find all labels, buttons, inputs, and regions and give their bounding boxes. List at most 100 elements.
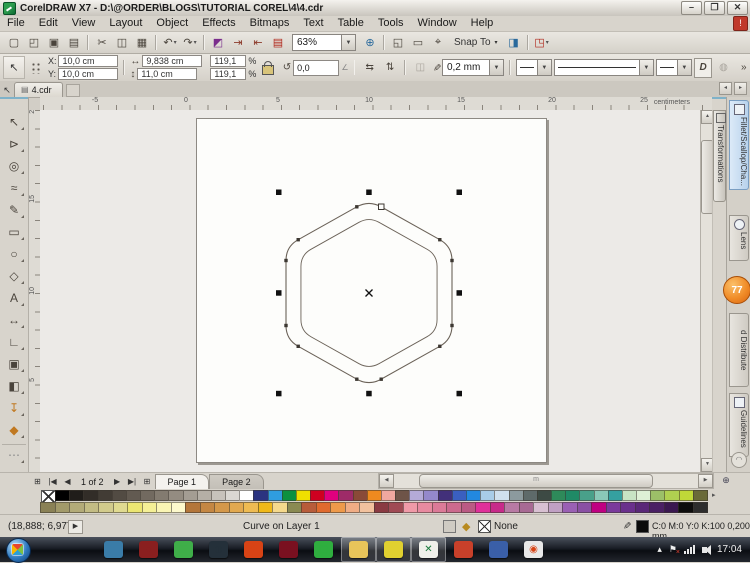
tool-transparency[interactable]: ◧ <box>2 376 26 396</box>
palette-swatch[interactable] <box>551 490 566 501</box>
palette-swatch[interactable] <box>452 490 467 501</box>
palette-swatch[interactable] <box>287 502 303 513</box>
palette-swatch[interactable] <box>606 502 622 513</box>
palette-swatch[interactable] <box>409 490 424 501</box>
menu-window[interactable]: Window <box>411 17 464 29</box>
tool-pick[interactable]: ↖ <box>2 112 26 132</box>
palette-swatch[interactable] <box>509 490 524 501</box>
tray-expand-icon[interactable]: ▴ <box>657 544 662 555</box>
menu-tools[interactable]: Tools <box>371 17 411 29</box>
undo-button[interactable]: ↶▾ <box>160 34 180 51</box>
new-document-button[interactable]: ▢▾ <box>4 34 24 51</box>
palette-swatch[interactable] <box>636 490 651 501</box>
next-page-button[interactable]: ▶ <box>110 475 125 489</box>
taskbar-app-monitor[interactable]: ▢ <box>96 537 131 562</box>
scroll-right-icon[interactable]: ▶ <box>698 474 713 488</box>
palette-scroll-icon[interactable]: ▸ <box>712 491 716 499</box>
menu-table[interactable]: Table <box>331 17 371 29</box>
palette-swatch[interactable] <box>432 502 448 513</box>
palette-swatch[interactable] <box>113 502 129 513</box>
volume-icon[interactable] <box>702 547 707 553</box>
palette-swatch[interactable] <box>142 502 158 513</box>
palette-swatch[interactable] <box>154 490 169 501</box>
mirror-vertical-button[interactable]: ⇅ <box>381 58 399 78</box>
action-center-flag-icon[interactable]: ⚑× <box>669 544 677 555</box>
palette-swatch[interactable] <box>310 490 325 501</box>
palette-swatch[interactable] <box>438 490 453 501</box>
taskbar-app-chrome[interactable]: ◉ <box>516 537 551 562</box>
palette-swatch[interactable] <box>395 490 410 501</box>
network-icon[interactable] <box>684 545 695 554</box>
last-page-button[interactable]: ▶| <box>125 475 140 489</box>
palette-swatch[interactable] <box>239 490 254 501</box>
import-button[interactable]: ⇥▾ <box>228 34 248 51</box>
palette-swatch[interactable] <box>594 490 609 501</box>
tab-page-2[interactable]: Page 2 <box>209 474 264 490</box>
options-button[interactable]: ◨▾ <box>504 34 524 51</box>
taskbar-app-dark-circle[interactable]: ◍ <box>201 537 236 562</box>
palette-swatch[interactable] <box>69 490 84 501</box>
zoom-tools-icon[interactable]: ⊕ <box>716 473 736 488</box>
toolbox-more-button[interactable]: ⋯ <box>2 444 26 465</box>
mirror-horizontal-button[interactable]: ⇆ <box>360 58 378 78</box>
show-rulers-button[interactable]: ▭▾ <box>408 34 428 51</box>
palette-swatch[interactable] <box>229 502 245 513</box>
menu-text[interactable]: Text <box>296 17 330 29</box>
palette-swatch[interactable] <box>403 502 419 513</box>
tab-page-1[interactable]: Page 1 <box>155 474 210 490</box>
toolbar-overflow-button[interactable]: » <box>735 58 750 78</box>
publish-pdf-button[interactable]: ▤▾ <box>268 34 288 51</box>
palette-swatch[interactable] <box>253 490 268 501</box>
chevron-down-icon[interactable]: ▼ <box>537 60 551 75</box>
palette-swatch[interactable] <box>577 502 593 513</box>
palette-swatch[interactable] <box>127 502 143 513</box>
taskbar-app-orange[interactable]: ✦ <box>236 537 271 562</box>
taskbar-app-green-chat[interactable]: ▢ <box>306 537 341 562</box>
palette-swatch[interactable] <box>69 502 85 513</box>
object-y-field[interactable]: 10,0 cm <box>58 68 118 80</box>
palette-swatch[interactable] <box>523 490 538 501</box>
palette-swatch[interactable] <box>112 490 127 501</box>
chevron-down-icon[interactable]: ▼ <box>677 60 691 75</box>
palette-swatch[interactable] <box>388 502 404 513</box>
menu-file[interactable]: File <box>0 17 32 29</box>
redo-button[interactable]: ↷▾ <box>180 34 200 51</box>
taskbar-app-red-doc[interactable]: ▤ <box>446 537 481 562</box>
palette-swatch[interactable] <box>565 490 580 501</box>
tool-smooth[interactable]: ≈ <box>2 178 26 198</box>
palette-swatch[interactable] <box>466 490 481 501</box>
tab-lens[interactable]: Lens <box>729 215 749 261</box>
tab-scroll-right-icon[interactable]: ▸ <box>734 82 747 95</box>
palette-swatch[interactable] <box>475 502 491 513</box>
tool-polygon[interactable]: ◇ <box>2 266 26 286</box>
palette-swatch[interactable] <box>650 490 665 501</box>
tab-fillet-scallop-chamfer[interactable]: Fillet/Scallop/Cha... <box>729 100 749 190</box>
snap-off-button[interactable]: ⌖▾ <box>428 34 448 51</box>
menu-bitmaps[interactable]: Bitmaps <box>243 17 297 29</box>
palette-swatch[interactable] <box>183 490 198 501</box>
palette-swatch[interactable] <box>225 490 240 501</box>
menu-effects[interactable]: Effects <box>195 17 242 29</box>
taskbar-app-green-doc[interactable]: ▤ <box>166 537 201 562</box>
palette-swatch[interactable] <box>156 502 172 513</box>
palette-swatch[interactable] <box>562 502 578 513</box>
palette-swatch[interactable] <box>446 502 462 513</box>
chevron-down-icon[interactable]: ▼ <box>489 60 503 75</box>
object-width-field[interactable]: 9,838 cm <box>142 55 202 67</box>
tool-zoom[interactable]: ◎ <box>2 156 26 176</box>
taskbar-app-blue-doc[interactable]: ▤ <box>481 537 516 562</box>
object-origin-grid-icon[interactable] <box>31 62 42 74</box>
tool-text[interactable]: A <box>2 288 26 308</box>
chevron-down-icon[interactable]: ▼ <box>341 35 355 50</box>
scale-h-field[interactable]: 119,1 <box>210 55 246 67</box>
rotation-angle-field[interactable]: 0,0 <box>293 60 339 76</box>
tool-eyedropper[interactable]: ↧ <box>2 398 26 418</box>
palette-swatch[interactable] <box>84 502 100 513</box>
palette-swatch[interactable] <box>635 502 651 513</box>
palette-swatch[interactable] <box>519 502 535 513</box>
tab-scroll-left-icon[interactable]: ◂ <box>719 82 732 95</box>
taskbar-app-yellow[interactable]: ▣ <box>376 537 411 562</box>
palette-swatch[interactable] <box>140 490 155 501</box>
open-button[interactable]: ◰▾ <box>24 34 44 51</box>
close-button[interactable]: ✕ <box>727 1 748 15</box>
